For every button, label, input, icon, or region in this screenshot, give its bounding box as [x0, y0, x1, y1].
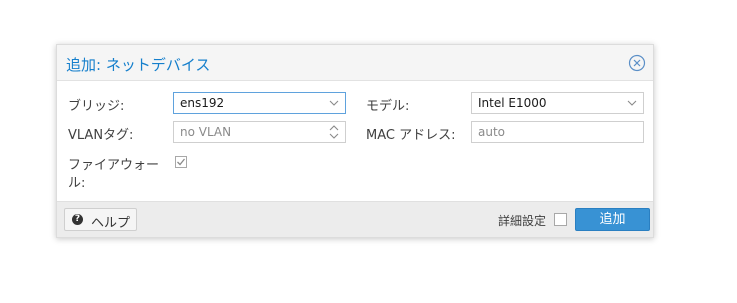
dialog-title: 追加: ネットデバイス — [66, 56, 211, 74]
close-icon[interactable] — [628, 54, 646, 72]
question-circle-icon: ? — [72, 214, 83, 225]
spinner-updown-icon[interactable] — [327, 122, 341, 142]
model-label: モデル: — [366, 99, 410, 114]
add-net-device-dialog: 追加: ネットデバイス ブリッジ: ens192 VLANタグ: no VLAN… — [56, 44, 654, 238]
dialog-footer: ? ヘルプ 詳細設定 追加 — [57, 201, 653, 237]
help-button-label: ヘルプ — [91, 216, 131, 231]
firewall-label-line2: ル: — [68, 176, 86, 191]
add-button[interactable]: 追加 — [575, 208, 650, 231]
model-select[interactable]: Intel E1000 — [471, 92, 644, 114]
chevron-down-icon[interactable] — [625, 93, 639, 113]
bridge-value: ens192 — [180, 96, 225, 110]
checkmark-icon — [177, 158, 186, 166]
advanced-label: 詳細設定 — [498, 214, 547, 228]
mac-address-field[interactable]: auto — [471, 121, 644, 143]
bridge-select[interactable]: ens192 — [173, 92, 346, 114]
bridge-label: ブリッジ: — [68, 99, 125, 114]
vlan-tag-field[interactable]: no VLAN — [173, 121, 346, 143]
help-button[interactable]: ? ヘルプ — [64, 208, 137, 231]
chevron-down-icon[interactable] — [327, 93, 341, 113]
firewall-checkbox[interactable] — [175, 156, 187, 168]
mac-label: MAC アドレス: — [366, 128, 456, 143]
vlan-placeholder: no VLAN — [180, 125, 232, 139]
mac-placeholder: auto — [478, 125, 506, 139]
model-value: Intel E1000 — [478, 96, 547, 110]
vlan-label: VLANタグ: — [68, 128, 134, 143]
firewall-label-line1: ファイアウォー — [68, 158, 160, 173]
dialog-titlebar: 追加: ネットデバイス — [57, 45, 653, 81]
advanced-checkbox[interactable] — [554, 213, 567, 226]
